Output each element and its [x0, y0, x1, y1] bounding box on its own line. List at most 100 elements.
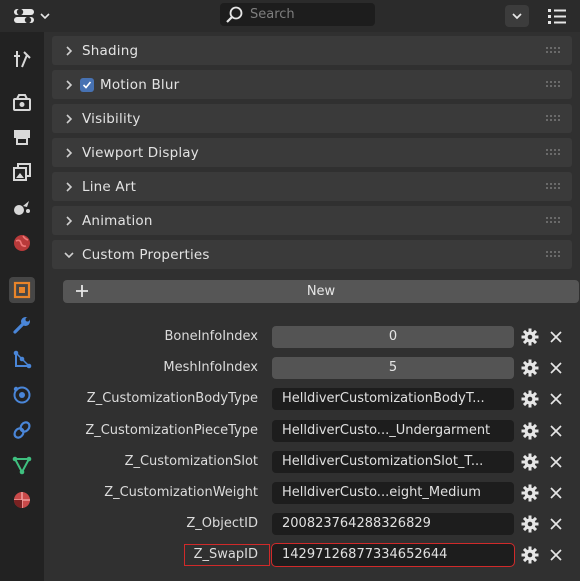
search-box[interactable] [220, 3, 375, 26]
close-icon[interactable] [546, 483, 566, 503]
drag-handle-icon[interactable] [546, 115, 562, 123]
property-value-field[interactable]: 14297126877334652644 [271, 543, 515, 567]
physics-tab[interactable] [9, 382, 35, 408]
property-value-field[interactable]: HelldiverCustomizationBodyT... [272, 388, 514, 410]
drag-handle-icon[interactable] [546, 251, 562, 259]
chevron-right-icon [66, 215, 73, 226]
property-value-field[interactable]: 0 [272, 326, 514, 348]
tool-icon [14, 51, 31, 68]
scene-tab[interactable] [9, 194, 35, 220]
gear-icon[interactable] [520, 483, 540, 503]
panel-viewport-display[interactable]: Viewport Display [52, 138, 572, 167]
world-icon [14, 235, 30, 251]
drag-handle-icon[interactable] [546, 47, 562, 55]
properties-tab-bar [0, 32, 44, 581]
panel-custom-properties[interactable]: Custom Properties [52, 240, 572, 269]
properties-editor-icon [14, 8, 34, 24]
output-icon [14, 130, 30, 145]
panel-title: Shading [82, 42, 139, 59]
close-icon[interactable] [546, 545, 566, 565]
filter-dropdown-button[interactable] [505, 5, 529, 27]
gear-icon[interactable] [520, 389, 540, 409]
property-value-field[interactable]: 5 [272, 357, 514, 379]
close-icon[interactable] [546, 452, 566, 472]
header-bar [0, 0, 580, 32]
property-value-field[interactable]: 200823764288326829 [272, 513, 514, 535]
drag-handle-icon[interactable] [546, 81, 562, 89]
property-name: MeshInfoIndex [163, 360, 258, 375]
property-name: Z_CustomizationWeight [104, 485, 258, 500]
list-menu-icon [548, 9, 566, 24]
close-icon[interactable] [546, 514, 566, 534]
chevron-right-icon [66, 147, 73, 158]
gear-icon[interactable] [520, 514, 540, 534]
view-layer-icon [13, 163, 31, 181]
render-tab[interactable] [9, 89, 35, 115]
gear-icon[interactable] [520, 545, 540, 565]
panel-motion-blur[interactable]: Motion Blur [52, 70, 572, 99]
property-value-field[interactable]: HelldiverCustomizationSlot_T... [272, 451, 514, 473]
panel-visibility[interactable]: Visibility [52, 104, 572, 133]
checkmark-icon [82, 80, 92, 89]
chevron-right-icon [66, 45, 73, 56]
property-name: Z_ObjectID [186, 516, 258, 531]
gear-icon[interactable] [520, 358, 540, 378]
scene-icon [14, 201, 30, 215]
panel-animation[interactable]: Animation [52, 206, 572, 235]
close-icon[interactable] [546, 421, 566, 441]
plus-icon [76, 285, 88, 297]
chevron-down-icon [64, 251, 74, 258]
view-layer-tab[interactable] [9, 159, 35, 185]
close-icon[interactable] [546, 327, 566, 347]
physics-icon [13, 386, 31, 404]
property-value-field[interactable]: HelldiverCusto..._Undergarment [272, 420, 514, 442]
motion-blur-checkbox[interactable] [80, 77, 94, 92]
chevron-down-icon [512, 13, 522, 20]
mesh-data-icon [12, 456, 32, 475]
gear-icon[interactable] [520, 421, 540, 441]
property-name: Z_SwapID [193, 547, 258, 562]
drag-handle-icon[interactable] [546, 217, 562, 225]
close-icon[interactable] [546, 358, 566, 378]
constraints-icon [13, 421, 31, 439]
gear-icon[interactable] [520, 327, 540, 347]
material-tab[interactable] [9, 487, 35, 513]
tool-tab[interactable] [9, 46, 35, 72]
panel-title: Visibility [82, 110, 141, 127]
gear-icon[interactable] [520, 452, 540, 472]
chevron-right-icon [66, 79, 73, 90]
search-input[interactable] [250, 7, 360, 22]
property-value-field[interactable]: HelldiverCusto...eight_Medium [272, 482, 514, 504]
chevron-right-icon [66, 181, 73, 192]
close-icon[interactable] [546, 389, 566, 409]
panel-title: Custom Properties [82, 246, 210, 263]
panel-shading[interactable]: Shading [52, 36, 572, 65]
modifier-tab[interactable] [9, 312, 35, 338]
drag-handle-icon[interactable] [546, 183, 562, 191]
data-tab[interactable] [9, 452, 35, 478]
chevron-right-icon [66, 113, 73, 124]
world-tab[interactable] [9, 230, 35, 256]
output-tab[interactable] [9, 124, 35, 150]
particles-tab[interactable] [9, 347, 35, 373]
constraints-tab[interactable] [9, 417, 35, 443]
chevron-down-icon [40, 13, 50, 20]
render-icon [13, 94, 31, 111]
property-name: BoneInfoIndex [164, 329, 258, 344]
editor-type-button[interactable] [12, 5, 56, 27]
material-icon [14, 492, 30, 508]
property-name: Z_CustomizationBodyType [86, 391, 258, 406]
object-tab[interactable] [9, 277, 35, 303]
panel-title: Viewport Display [82, 144, 199, 161]
new-button-label: New [306, 284, 336, 299]
panel-title: Animation [82, 212, 153, 229]
options-menu-button[interactable] [546, 5, 568, 27]
panel-title: Motion Blur [100, 76, 180, 93]
object-icon [13, 281, 31, 299]
search-icon [226, 6, 243, 23]
new-property-button[interactable]: New [63, 280, 579, 303]
panel-line-art[interactable]: Line Art [52, 172, 572, 201]
particles-icon [13, 350, 32, 369]
drag-handle-icon[interactable] [546, 149, 562, 157]
property-name: Z_CustomizationSlot [124, 454, 258, 469]
